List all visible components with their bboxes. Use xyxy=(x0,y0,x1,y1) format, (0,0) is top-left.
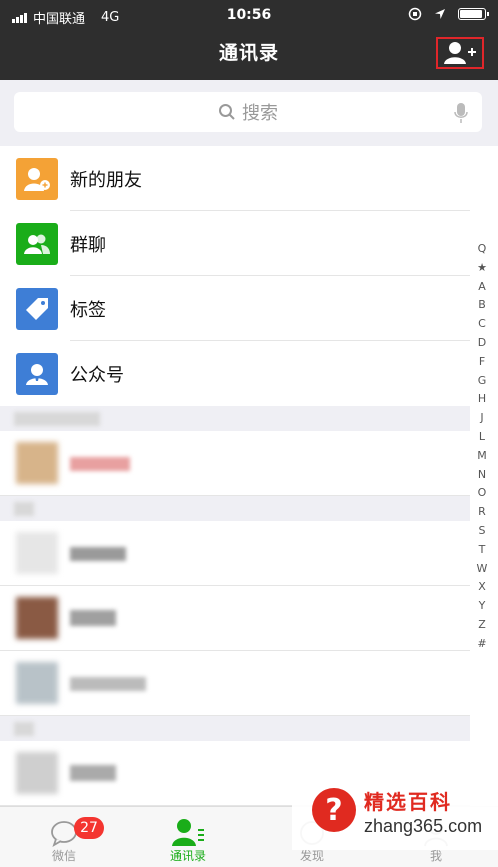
index-letter[interactable]: O xyxy=(478,484,487,503)
search-input[interactable]: 搜索 xyxy=(14,92,482,132)
index-letter[interactable]: D xyxy=(478,334,486,353)
status-right xyxy=(408,7,489,21)
index-letter[interactable]: C xyxy=(478,315,486,334)
tab-label: 微信 xyxy=(51,849,76,863)
index-letter[interactable]: A xyxy=(478,278,486,297)
page-title: 通讯录 xyxy=(218,42,279,64)
group-chat-item[interactable]: 群聊 xyxy=(0,211,470,276)
watermark-logo-icon: ? xyxy=(312,788,356,832)
index-letter[interactable]: Z xyxy=(478,616,486,635)
contacts-icon xyxy=(172,819,204,846)
battery-icon xyxy=(458,8,489,20)
blurred-section-label xyxy=(14,412,100,426)
group-chat-icon xyxy=(16,222,58,265)
alphabet-index[interactable]: Q ★ A B C D F G H J L M N O R S T W X Y … xyxy=(474,240,490,654)
index-letter[interactable]: J xyxy=(480,409,483,428)
tags-item[interactable]: 标签 xyxy=(0,276,470,341)
watermark: ? 精选百科 zhang365.com xyxy=(292,778,498,850)
contact-row[interactable] xyxy=(0,651,470,716)
tab-label: 通讯录 xyxy=(169,849,206,863)
index-letter[interactable]: F xyxy=(479,353,485,372)
index-letter[interactable]: # xyxy=(477,635,486,654)
official-account-icon xyxy=(16,352,58,395)
tag-icon xyxy=(16,287,58,330)
avatar xyxy=(16,752,58,794)
new-friends-label: 新的朋友 xyxy=(70,169,142,191)
orientation-lock-icon xyxy=(408,7,422,21)
index-letter[interactable]: M xyxy=(477,447,487,466)
official-accounts-label: 公众号 xyxy=(70,364,124,386)
index-letter[interactable]: B xyxy=(478,296,486,315)
add-contact-icon xyxy=(444,42,476,64)
blurred-contact-name xyxy=(70,610,116,626)
index-letter[interactable]: Q xyxy=(478,240,487,259)
watermark-url: zhang365.com xyxy=(364,816,483,836)
blurred-contact-name xyxy=(70,457,130,471)
search-placeholder: 搜索 xyxy=(242,103,278,124)
section-header xyxy=(0,716,470,741)
index-letter[interactable]: T xyxy=(479,541,486,560)
index-letter[interactable]: Y xyxy=(479,597,486,616)
index-letter[interactable]: N xyxy=(478,466,486,485)
index-letter[interactable]: H xyxy=(478,390,486,409)
avatar xyxy=(16,597,58,639)
status-bar: 中国联通 4G 10:56 xyxy=(0,0,498,30)
search-icon xyxy=(219,104,235,120)
microphone-icon[interactable] xyxy=(454,102,468,124)
add-contact-button[interactable] xyxy=(436,37,484,69)
tab-contacts[interactable]: 通讯录 xyxy=(126,813,250,864)
index-letter[interactable]: X xyxy=(478,578,486,597)
location-icon xyxy=(435,9,445,19)
new-friends-item[interactable]: 新的朋友 xyxy=(0,146,470,211)
blurred-contact-name xyxy=(70,547,126,561)
index-letter[interactable]: W xyxy=(477,560,488,579)
tags-label: 标签 xyxy=(70,299,106,321)
index-letter[interactable]: ★ xyxy=(477,259,487,278)
tab-chats[interactable]: 27 微信 xyxy=(2,813,126,864)
contact-row[interactable] xyxy=(0,586,470,651)
watermark-title: 精选百科 xyxy=(364,790,452,814)
section-header xyxy=(0,406,470,431)
avatar xyxy=(16,532,58,574)
official-accounts-item[interactable]: 公众号 xyxy=(0,341,470,406)
index-letter[interactable]: R xyxy=(478,503,486,522)
index-letter[interactable]: L xyxy=(479,428,485,447)
index-letter[interactable]: S xyxy=(479,522,486,541)
search-area: 搜索 xyxy=(0,80,498,146)
group-chat-label: 群聊 xyxy=(70,234,106,256)
avatar xyxy=(16,442,58,484)
contact-row[interactable] xyxy=(0,431,470,496)
top-bar: 中国联通 4G 10:56 通讯录 xyxy=(0,0,498,80)
avatar xyxy=(16,662,58,704)
blurred-section-label xyxy=(14,502,34,516)
blurred-contact-name xyxy=(70,677,146,691)
unread-badge: 27 xyxy=(74,817,104,839)
index-letter[interactable]: G xyxy=(478,372,487,391)
new-friends-icon xyxy=(16,157,58,200)
blurred-contact-name xyxy=(70,765,116,781)
contact-list: 新的朋友 群聊 标签 公众号 xyxy=(0,146,470,806)
section-header xyxy=(0,496,470,521)
contact-row[interactable] xyxy=(0,521,470,586)
blurred-section-label xyxy=(14,722,34,736)
